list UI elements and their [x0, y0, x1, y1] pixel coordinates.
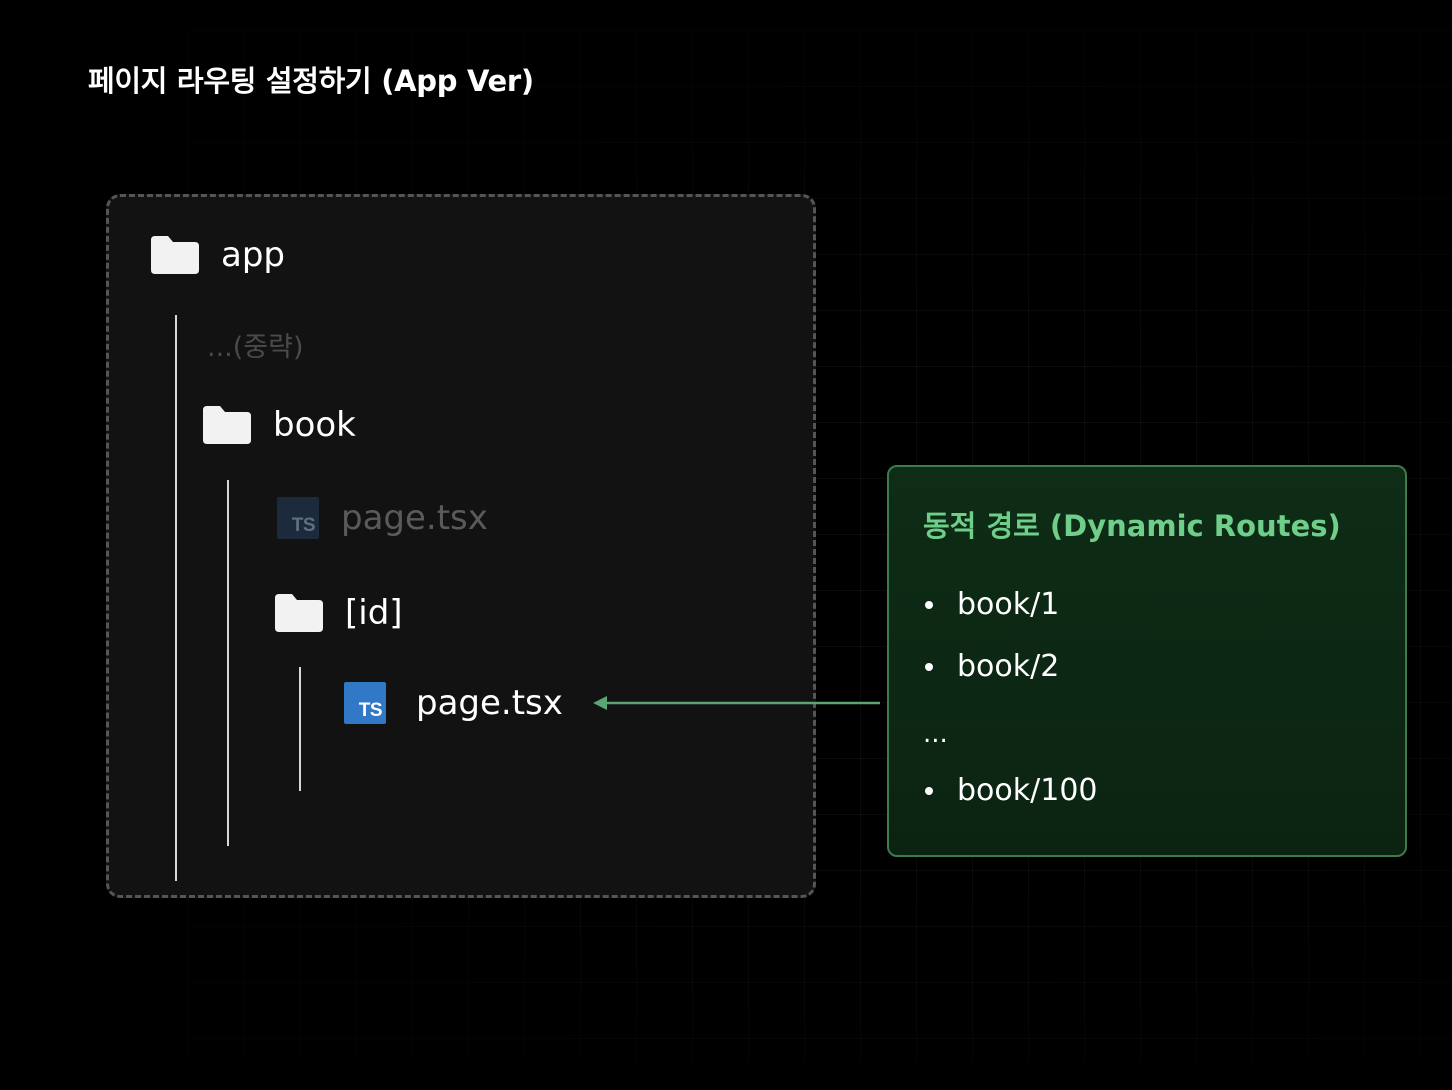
tree-item-label: page.tsx — [416, 683, 563, 723]
omitted-label: ...(중략) — [207, 332, 304, 363]
route-ellipsis: ... — [923, 719, 948, 749]
file-tree-panel: app ...(중략) book TS page.tsx [id] TS pag… — [106, 194, 816, 898]
folder-icon — [203, 406, 251, 444]
ts-badge-text: TS — [291, 515, 316, 536]
tree-item-app[interactable]: app — [151, 235, 285, 275]
route-item-label: book/100 — [957, 773, 1098, 808]
tree-item-label: book — [273, 405, 356, 445]
tree-item-id-page[interactable]: TS page.tsx — [344, 682, 563, 724]
tree-item-id-folder[interactable]: [id] — [275, 593, 403, 633]
route-item-label: book/1 — [957, 587, 1060, 622]
tree-item-book[interactable]: book — [203, 405, 356, 445]
bullet-icon — [925, 786, 933, 795]
route-item-label: book/2 — [957, 649, 1060, 684]
tree-item-omitted: ...(중략) — [207, 325, 304, 364]
tree-item-label: app — [221, 235, 285, 275]
tree-item-book-page[interactable]: TS page.tsx — [277, 497, 488, 539]
tree-item-label: page.tsx — [341, 498, 488, 538]
route-item: book/2 — [925, 649, 1059, 684]
page-title: 페이지 라우팅 설정하기 (App Ver) — [88, 64, 534, 98]
tree-line-book — [227, 480, 229, 846]
bullet-icon — [925, 600, 933, 609]
dynamic-routes-title: 동적 경로 (Dynamic Routes) — [923, 509, 1341, 543]
route-item: book/100 — [925, 773, 1098, 808]
typescript-file-icon: TS — [344, 682, 386, 724]
ts-badge-text: TS — [358, 700, 383, 721]
folder-icon — [151, 236, 199, 274]
tree-line-id — [299, 667, 301, 791]
tree-line-app — [175, 315, 177, 881]
folder-icon — [275, 594, 323, 632]
tree-item-label: [id] — [345, 593, 403, 633]
route-item: book/1 — [925, 587, 1059, 622]
arrow-left-icon — [593, 696, 880, 710]
dynamic-routes-box: 동적 경로 (Dynamic Routes) book/1 book/2 ...… — [887, 465, 1407, 857]
typescript-file-icon: TS — [277, 497, 319, 539]
bullet-icon — [925, 662, 933, 671]
